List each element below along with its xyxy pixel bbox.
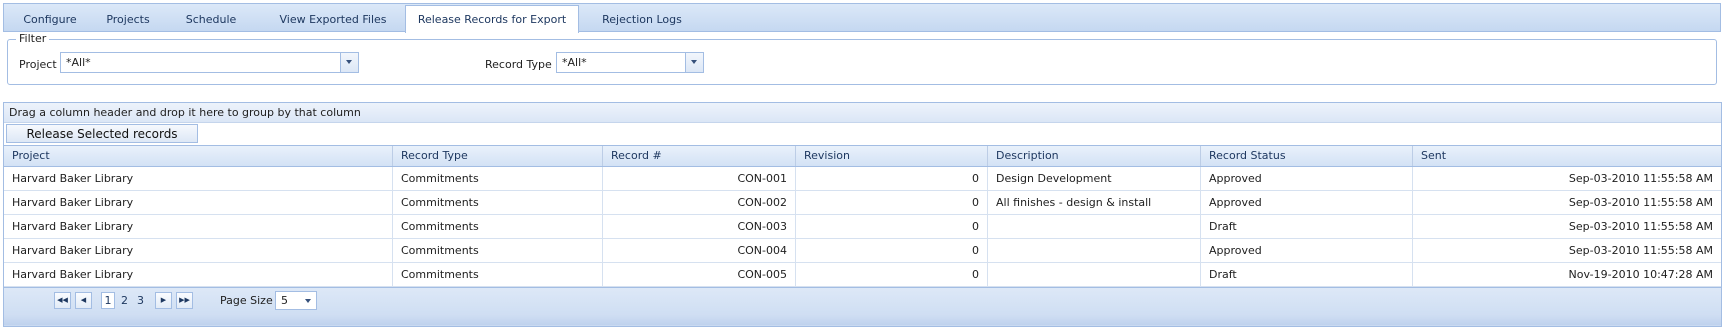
group-by-panel[interactable]: Drag a column header and drop it here to… [4,103,1721,123]
cell-revision: 0 [796,239,988,262]
cell-project: Harvard Baker Library [4,239,393,262]
tab-release-records-for-export[interactable]: Release Records for Export [405,5,579,33]
cell-sent: Sep-03-2010 11:55:58 AM [1568,244,1713,257]
page-size-value: 5 [281,294,288,307]
filter-legend: Filter [16,32,50,45]
cell-record-type: Commitments [393,239,603,262]
page-number[interactable]: 3 [137,292,144,309]
chevron-down-icon[interactable] [305,299,311,303]
cell-project: Harvard Baker Library [4,215,393,238]
table-row[interactable]: Harvard Baker Library Commitments CON-00… [4,215,1721,239]
filter-group: Filter Project *All* Record Type *All* [7,32,1717,85]
chevron-down-icon[interactable] [685,53,703,72]
project-label: Project [19,58,57,71]
page-number[interactable]: 2 [121,292,128,309]
table-row[interactable]: Harvard Baker Library Commitments CON-00… [4,167,1721,191]
grid-toolbar: Release Selected records [4,123,1721,145]
record-type-select[interactable]: *All* [556,52,704,73]
column-header-sent[interactable]: Sent [1413,146,1721,166]
cell-description: Design Development [988,167,1201,190]
cell-revision: 0 [796,167,988,190]
cell-revision: 0 [796,215,988,238]
prev-page-icon[interactable]: ◀ [75,292,92,309]
cell-record-status: Approved [1201,191,1413,214]
column-header-record-status[interactable]: Record Status [1201,146,1413,166]
tab-strip: Configure Projects Schedule View Exporte… [3,3,1721,33]
column-header-description[interactable]: Description [988,146,1201,166]
cell-revision: 0 [796,263,988,286]
cell-record-number: CON-002 [603,191,796,214]
cell-sent: Sep-03-2010 11:55:58 AM [1568,220,1713,233]
cell-record-type: Commitments [393,191,603,214]
records-grid: Drag a column header and drop it here to… [3,102,1722,327]
cell-record-type: Commitments [393,263,603,286]
chevron-down-icon[interactable] [340,53,358,72]
cell-project: Harvard Baker Library [4,263,393,286]
table-row[interactable]: Harvard Baker Library Commitments CON-00… [4,191,1721,215]
first-page-icon[interactable]: ◀◀ [54,292,71,309]
page-number-current[interactable]: 1 [101,292,115,309]
table-row[interactable]: Harvard Baker Library Commitments CON-00… [4,239,1721,263]
cell-description [988,263,1201,286]
record-type-select-value: *All* [562,56,587,69]
last-page-icon[interactable]: ▶▶ [176,292,193,309]
cell-record-status: Approved [1201,239,1413,262]
cell-description [988,215,1201,238]
cell-sent: Nov-19-2010 10:47:28 AM [1568,268,1713,281]
cell-sent: Sep-03-2010 11:55:58 AM [1568,172,1713,185]
cell-record-type: Commitments [393,167,603,190]
column-header-revision[interactable]: Revision [796,146,988,166]
tab-configure[interactable]: Configure [13,6,87,32]
cell-project: Harvard Baker Library [4,191,393,214]
column-header-record-number[interactable]: Record # [603,146,796,166]
page-size-select[interactable]: 5 [275,291,317,310]
cell-record-status: Approved [1201,167,1413,190]
project-select-value: *All* [66,56,91,69]
tab-rejection-logs[interactable]: Rejection Logs [592,6,692,32]
cell-record-number: CON-003 [603,215,796,238]
cell-record-type: Commitments [393,215,603,238]
tab-view-exported-files[interactable]: View Exported Files [262,6,404,32]
cell-description [988,239,1201,262]
cell-record-number: CON-004 [603,239,796,262]
cell-record-number: CON-005 [603,263,796,286]
column-header-project[interactable]: Project [4,146,393,166]
next-page-icon[interactable]: ▶ [155,292,172,309]
page-size-label: Page Size [220,294,273,307]
release-selected-records-button[interactable]: Release Selected records [6,124,198,143]
record-type-label: Record Type [485,58,552,71]
cell-record-status: Draft [1201,263,1413,286]
cell-sent: Sep-03-2010 11:55:58 AM [1568,196,1713,209]
cell-revision: 0 [796,191,988,214]
grid-pager: ◀◀ ◀ 1 2 3 ▶ ▶▶ Page Size 5 [4,287,1721,326]
cell-record-number: CON-001 [603,167,796,190]
tab-schedule[interactable]: Schedule [175,6,247,32]
grid-header-row: Project Record Type Record # Revision De… [4,145,1721,167]
tab-projects[interactable]: Projects [98,6,158,32]
project-select[interactable]: *All* [60,52,359,73]
column-header-record-type[interactable]: Record Type [393,146,603,166]
cell-description: All finishes - design & install [988,191,1201,214]
table-row[interactable]: Harvard Baker Library Commitments CON-00… [4,263,1721,287]
cell-project: Harvard Baker Library [4,167,393,190]
cell-record-status: Draft [1201,215,1413,238]
pager-footer-bar [4,314,1721,325]
